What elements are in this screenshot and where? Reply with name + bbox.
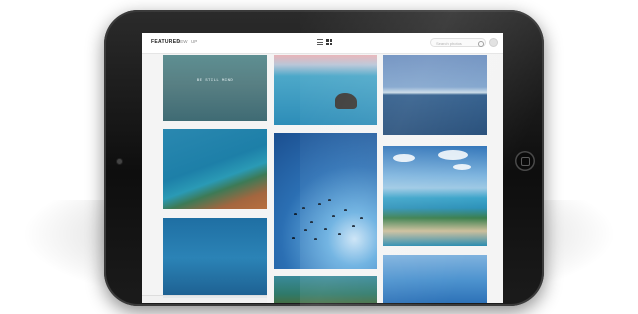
front-camera	[117, 159, 122, 164]
bird	[328, 199, 331, 201]
brand-logo[interactable]: FEATURED	[151, 39, 180, 45]
nav-link-new[interactable]: NEW	[177, 39, 188, 44]
search-icon[interactable]	[478, 41, 484, 47]
cloud	[438, 150, 468, 160]
grid-view-icon[interactable]	[326, 39, 332, 45]
bird	[352, 225, 355, 227]
bird	[318, 203, 321, 205]
cloud	[453, 164, 471, 170]
status-bar	[142, 295, 267, 303]
tile-calm-sea[interactable]: BE STILL MIND	[163, 55, 267, 121]
tile-coastline[interactable]	[163, 129, 267, 209]
bird	[292, 237, 295, 239]
bird	[338, 233, 341, 235]
tile-deep-blue[interactable]	[163, 218, 267, 298]
avatar-icon[interactable]	[489, 38, 498, 47]
screen: FEATURED NEW UP Search photos BE STILL M…	[142, 33, 503, 303]
bird	[332, 215, 335, 217]
bird	[344, 209, 347, 211]
sea-rock	[335, 93, 357, 109]
list-view-icon[interactable]	[317, 39, 323, 45]
bird	[310, 221, 313, 223]
tile-birds-sky[interactable]	[274, 133, 377, 269]
bird	[314, 238, 317, 240]
cloud	[393, 154, 415, 162]
nav-link-up[interactable]: UP	[191, 39, 197, 44]
tile-horizon[interactable]	[383, 55, 487, 135]
tile-cliffs[interactable]	[383, 146, 487, 246]
bird	[360, 217, 363, 219]
top-bar: FEATURED NEW UP Search photos	[142, 33, 503, 54]
bird	[302, 207, 305, 209]
tile-rock-ocean[interactable]	[274, 55, 377, 125]
tile-aerial[interactable]	[274, 276, 377, 303]
bird	[294, 213, 297, 215]
home-button[interactable]	[515, 151, 535, 171]
tile-caption: BE STILL MIND	[196, 79, 234, 83]
bird	[304, 229, 307, 231]
bird	[324, 228, 327, 230]
tile-sky[interactable]	[383, 255, 487, 303]
